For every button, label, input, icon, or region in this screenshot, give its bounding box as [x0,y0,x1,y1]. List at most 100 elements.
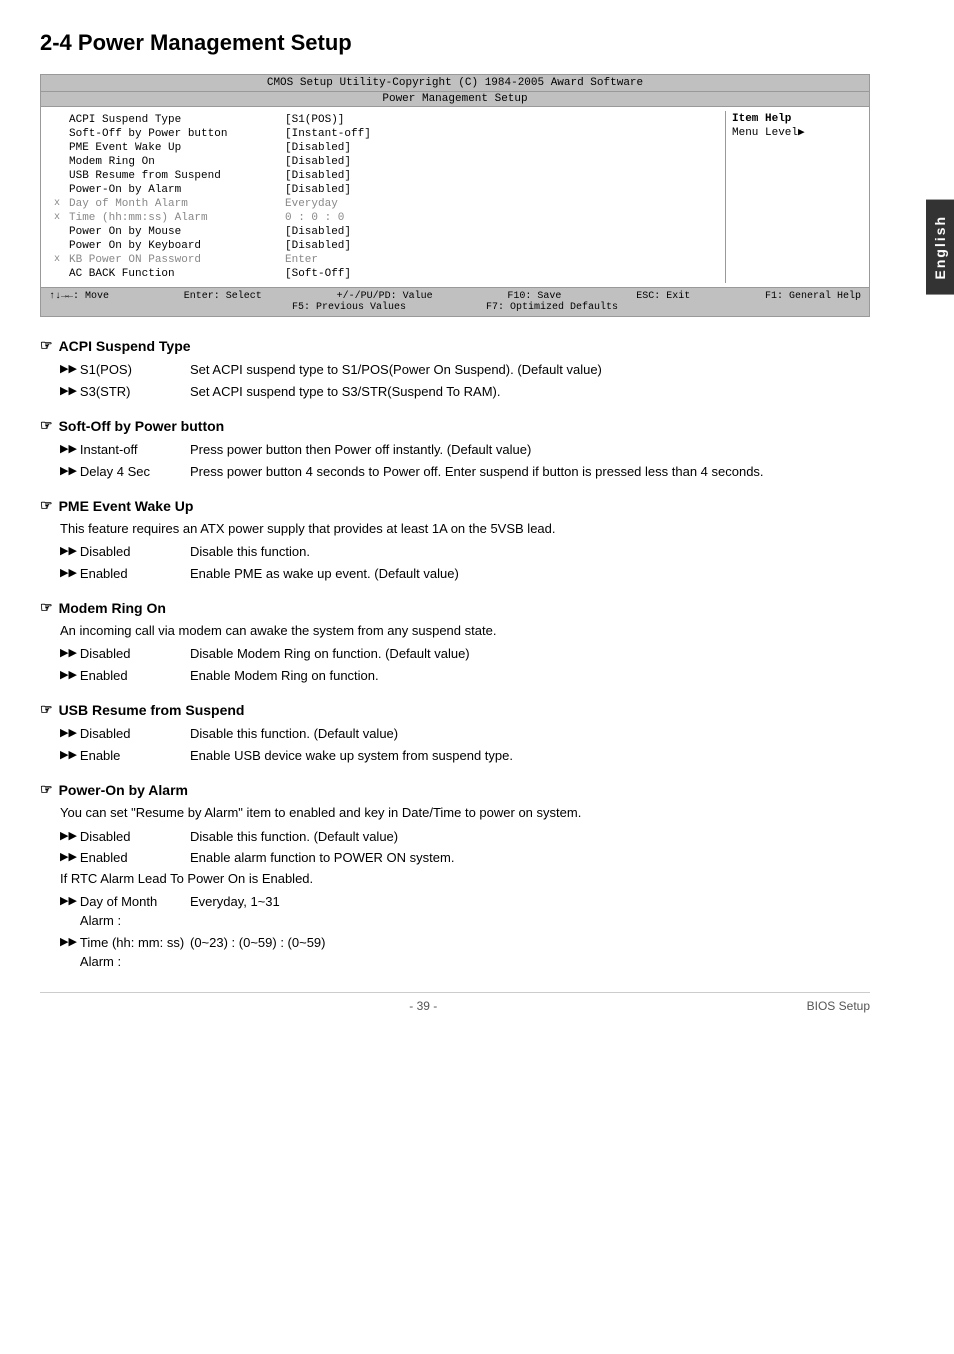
option-label: ▶▶ Enable [60,746,190,766]
section-title-modem: Modem Ring On [40,599,870,616]
bios-row-prefix [49,240,65,252]
section-poweron: Power-On by AlarmYou can set "Resume by … [40,781,870,971]
option-text: Enable Modem Ring on function. [190,666,870,686]
arrow-icon: ▶▶ [60,747,77,764]
bios-nav-prev: F5: Previous Values [292,302,406,313]
bios-nav-move: ↑↓→←: Move [49,291,109,302]
option-text: Enable USB device wake up system from su… [190,746,870,766]
option-label: ▶▶ Disabled [60,644,190,664]
arrow-icon: ▶▶ [60,543,77,560]
bios-row-prefix [49,142,65,154]
option-row: ▶▶ Disabled Disable this function. (Defa… [60,827,870,847]
extra-option-label: ▶▶ Time (hh: mm: ss) Alarm : [60,933,190,972]
bios-row: PME Event Wake Up [Disabled] [49,141,721,155]
bios-row-value: [Disabled] [285,156,721,168]
arrow-icon: ▶▶ [60,849,77,866]
option-label: ▶▶ Disabled [60,542,190,562]
option-text: Disable Modem Ring on function. (Default… [190,644,870,664]
option-row: ▶▶ Enabled Enable PME as wake up event. … [60,564,870,584]
bios-row-label: Modem Ring On [65,156,285,168]
option-name: Disabled [80,542,131,562]
extra-option-row: ▶▶ Time (hh: mm: ss) Alarm : (0~23) : (0… [60,933,870,972]
bios-header: CMOS Setup Utility-Copyright (C) 1984-20… [41,75,869,92]
bios-menu-level: Menu Level▶ [732,125,859,139]
bios-row-value: [Disabled] [285,142,721,154]
option-label: ▶▶ Delay 4 Sec [60,462,190,482]
option-text: Press power button then Power off instan… [190,440,870,460]
section-acpi: ACPI Suspend Type ▶▶ S1(POS) Set ACPI su… [40,337,870,401]
bios-row-prefix: x [49,198,65,210]
bios-row-prefix [49,268,65,280]
extra-desc: If RTC Alarm Lead To Power On is Enabled… [60,870,870,888]
bios-nav-save: F10: Save [507,291,561,302]
option-name: Disabled [80,724,131,744]
bios-row-value: [Disabled] [285,226,721,238]
extra-option-label: ▶▶ Day of Month Alarm : [60,892,190,931]
bios-nav-select: Enter: Select [184,291,262,302]
extra-option-name: Day of Month Alarm : [80,892,190,931]
bios-row-value: [Disabled] [285,240,721,252]
bios-screenshot: CMOS Setup Utility-Copyright (C) 1984-20… [40,74,870,317]
option-label: ▶▶ Enabled [60,564,190,584]
bios-row: Modem Ring On [Disabled] [49,155,721,169]
bios-row-prefix: x [49,212,65,224]
arrow-icon: ▶▶ [60,565,77,582]
option-name: Enabled [80,848,128,868]
bios-row: Power On by Keyboard [Disabled] [49,239,721,253]
section-desc-pme: This feature requires an ATX power suppl… [60,520,870,538]
bios-row-value: [Instant-off] [285,128,721,140]
bios-row-value: Everyday [285,198,721,210]
side-tab: English [926,200,954,295]
section-title-poweron: Power-On by Alarm [40,781,870,798]
bios-row-label: Time (hh:mm:ss) Alarm [65,212,285,224]
bios-subheader: Power Management Setup [41,92,869,107]
option-row: ▶▶ Disabled Disable Modem Ring on functi… [60,644,870,664]
extra-option-value: Everyday, 1~31 [190,892,870,931]
arrow-icon: ▶▶ [60,667,77,684]
bios-row-value: [S1(POS)] [285,114,721,126]
option-row: ▶▶ Instant-off Press power button then P… [60,440,870,460]
option-row: ▶▶ Disabled Disable this function. [60,542,870,562]
bios-help-panel: Item Help Menu Level▶ [725,111,865,283]
bios-row-label: Power On by Keyboard [65,240,285,252]
option-text: Disable this function. (Default value) [190,827,870,847]
arrow-icon: ▶▶ [60,361,77,378]
bios-row-label: AC BACK Function [65,268,285,280]
bios-row-label: Day of Month Alarm [65,198,285,210]
bios-row: x Time (hh:mm:ss) Alarm 0 : 0 : 0 [49,211,721,225]
arrow-icon: ▶▶ [60,383,77,400]
option-text: Set ACPI suspend type to S1/POS(Power On… [190,360,870,380]
option-name: Disabled [80,644,131,664]
bios-nav-help: F1: General Help [765,291,861,302]
option-label: ▶▶ Disabled [60,724,190,744]
extra-option-row: ▶▶ Day of Month Alarm : Everyday, 1~31 [60,892,870,931]
bios-setup-label: BIOS Setup [807,999,870,1013]
option-label: ▶▶ S1(POS) [60,360,190,380]
option-text: Set ACPI suspend type to S3/STR(Suspend … [190,382,870,402]
option-label: ▶▶ S3(STR) [60,382,190,402]
option-text: Disable this function. (Default value) [190,724,870,744]
bios-row-prefix [49,226,65,238]
bios-row-value: [Disabled] [285,184,721,196]
bios-row-label: PME Event Wake Up [65,142,285,154]
bios-row: Power On by Mouse [Disabled] [49,225,721,239]
bios-footer: ↑↓→←: Move Enter: Select +/-/PU/PD: Valu… [41,287,869,316]
bios-row-label: KB Power ON Password [65,254,285,266]
bios-row-value: [Disabled] [285,170,721,182]
option-row: ▶▶ Enabled Enable Modem Ring on function… [60,666,870,686]
section-softoff: Soft-Off by Power button ▶▶ Instant-off … [40,417,870,481]
bios-row: ACPI Suspend Type [S1(POS)] [49,113,721,127]
bios-row-label: Power-On by Alarm [65,184,285,196]
bios-row-label: Power On by Mouse [65,226,285,238]
option-row: ▶▶ Enable Enable USB device wake up syst… [60,746,870,766]
extra-option-name: Time (hh: mm: ss) Alarm : [80,933,190,972]
arrow-icon: ▶▶ [60,828,77,845]
section-usb: USB Resume from Suspend ▶▶ Disabled Disa… [40,701,870,765]
option-name: Enable [80,746,120,766]
arrow-icon: ▶▶ [60,441,77,458]
option-name: Delay 4 Sec [80,462,150,482]
option-name: Enabled [80,666,128,686]
option-name: Instant-off [80,440,138,460]
option-row: ▶▶ Enabled Enable alarm function to POWE… [60,848,870,868]
bios-row: AC BACK Function [Soft-Off] [49,267,721,281]
